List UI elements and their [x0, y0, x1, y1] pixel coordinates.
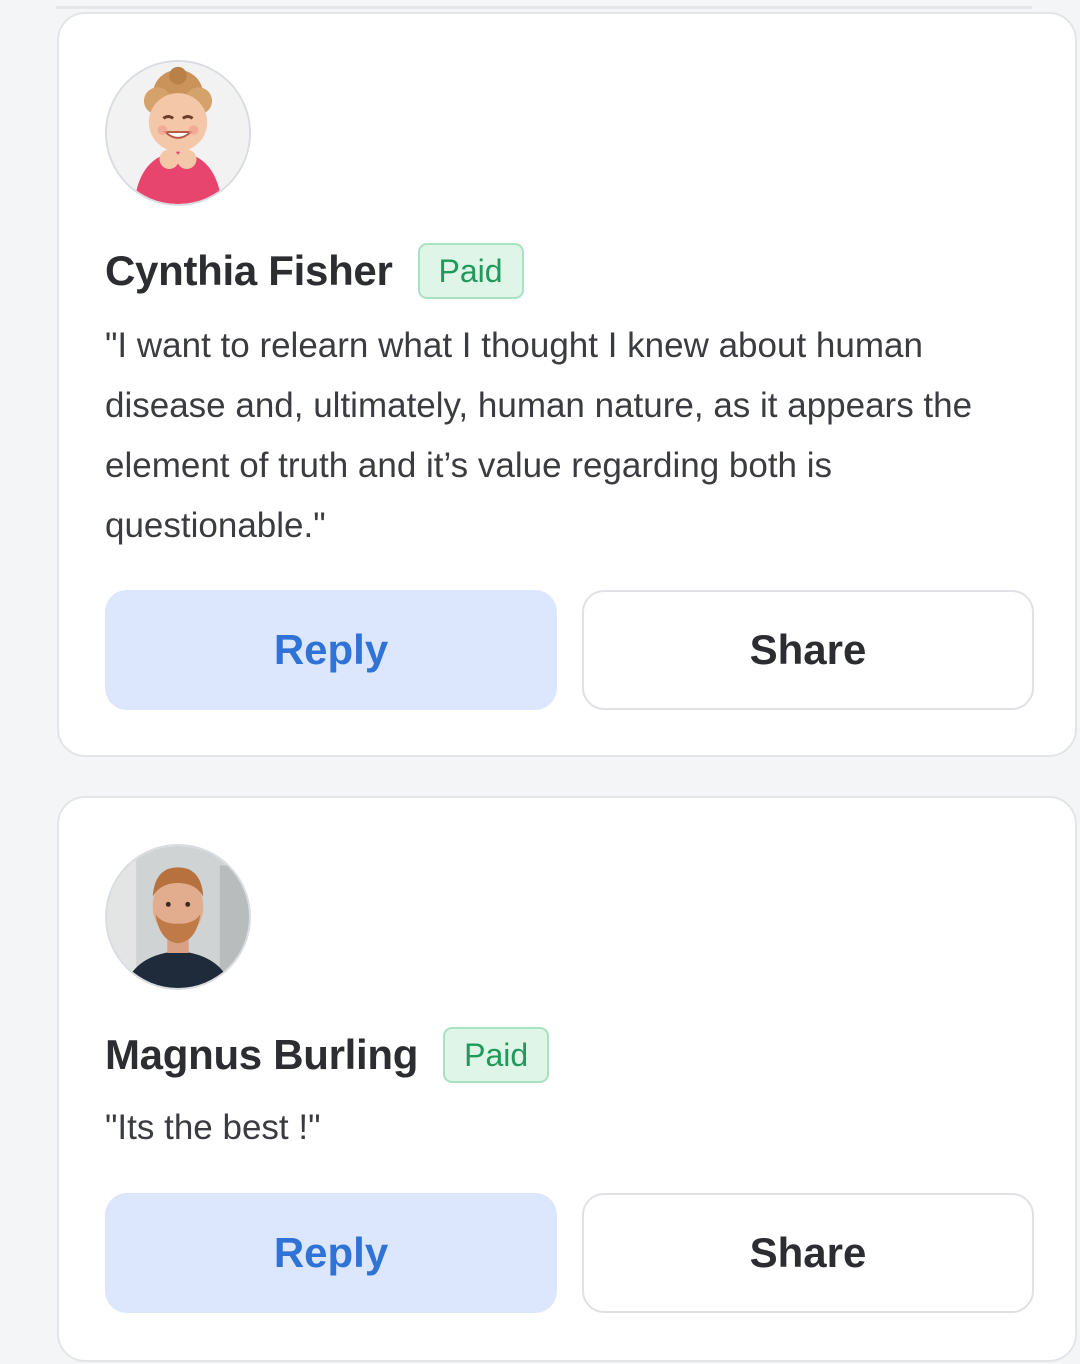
- divider: [56, 6, 1032, 9]
- avatar[interactable]: [105, 844, 251, 990]
- author-row: Cynthia Fisher Paid: [105, 240, 524, 302]
- comment-text: "I want to relearn what I thought I knew…: [105, 326, 973, 545]
- author-name[interactable]: Magnus Burling: [105, 1031, 418, 1079]
- reply-button[interactable]: Reply: [105, 590, 557, 710]
- avatar-photo-man: [107, 846, 249, 988]
- share-button[interactable]: Share: [582, 590, 1034, 710]
- comment-text: "Its the best !": [105, 1108, 321, 1147]
- avatar-photo-child: [107, 62, 249, 204]
- author-name[interactable]: Cynthia Fisher: [105, 247, 393, 295]
- reply-button[interactable]: Reply: [105, 1193, 557, 1313]
- comments-feed: Cynthia Fisher Paid "I want to relearn w…: [0, 0, 1080, 1364]
- paid-badge: Paid: [417, 243, 524, 299]
- share-button[interactable]: Share: [582, 1193, 1034, 1313]
- comment-card: Magnus Burling Paid "Its the best !" Rep…: [57, 796, 1077, 1362]
- paid-badge: Paid: [443, 1027, 550, 1083]
- comment-card: Cynthia Fisher Paid "I want to relearn w…: [57, 12, 1077, 757]
- avatar[interactable]: [105, 60, 251, 206]
- author-row: Magnus Burling Paid: [105, 1024, 550, 1086]
